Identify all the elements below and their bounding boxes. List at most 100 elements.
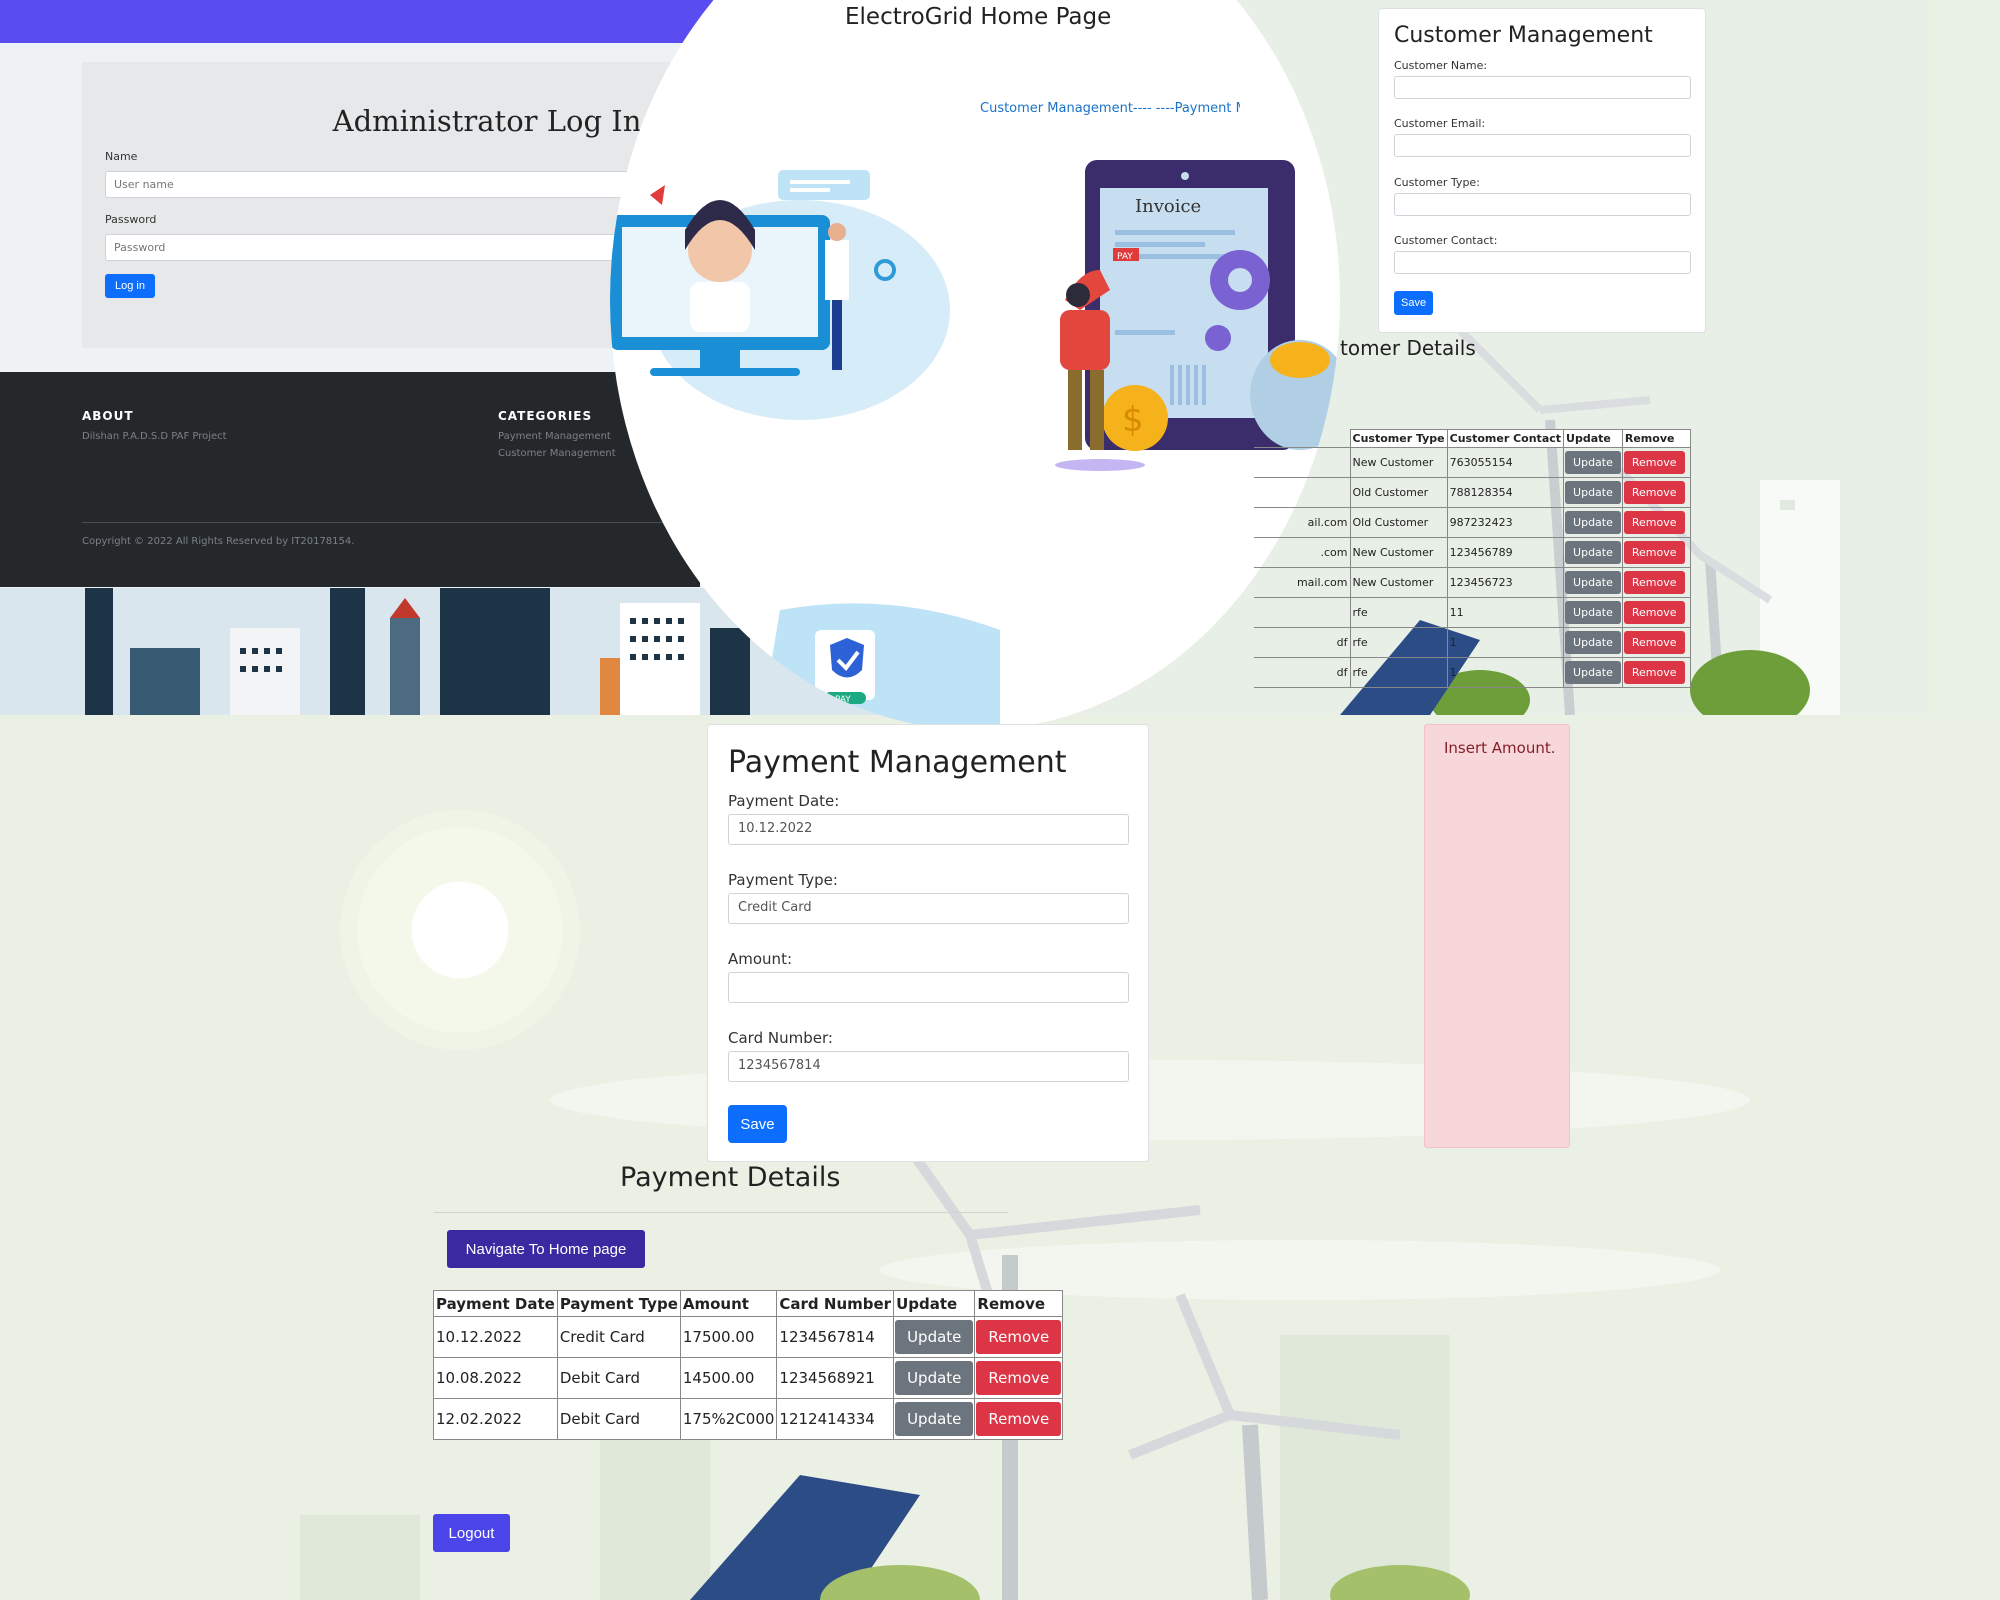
payment-management-form: Payment Management Payment Date: 10.12.2…	[707, 724, 1149, 1162]
invoice-label: Invoice	[1135, 196, 1201, 217]
alert-text: Insert Amount.	[1444, 739, 1556, 757]
customer-remove-button[interactable]: Remove	[1623, 481, 1685, 504]
customer-management-form: Customer Management Customer Name: Custo…	[1378, 8, 1706, 333]
customer-update-button[interactable]: Update	[1565, 571, 1621, 594]
customer-contact-cell: 1	[1446, 657, 1565, 688]
payment-details-heading: Payment Details	[620, 1162, 841, 1193]
card-number-input[interactable]: 1234567814	[728, 1051, 1129, 1082]
customer-remove-button[interactable]: Remove	[1623, 541, 1685, 564]
error-alert: Insert Amount.	[1424, 724, 1570, 1148]
table-row: rfe 11 Update Remove	[1254, 597, 1691, 628]
table-row: 12.02.2022 Debit Card 175%2C000 1212414334 U…	[433, 1398, 1064, 1440]
customer-remove-button[interactable]: Remove	[1623, 601, 1685, 624]
invoice-illustration: Invoice PAY $	[1055, 160, 1340, 471]
pay-badge: PAY	[835, 695, 851, 705]
payment-update-button[interactable]: Update	[895, 1361, 974, 1395]
card-number-cell: 1234567814	[776, 1316, 895, 1358]
customer-contact-label: Customer Contact:	[1394, 234, 1498, 247]
customer-email-cell: ail.com	[1254, 507, 1351, 538]
table-row: 10.12.2022 Credit Card 17500.00 1234567814 U…	[433, 1316, 1064, 1358]
login-button[interactable]: Log in	[105, 274, 155, 298]
amount-cell: 14500.00	[679, 1357, 778, 1399]
customer-type-input[interactable]	[1394, 193, 1691, 216]
logout-button[interactable]: Logout	[433, 1514, 510, 1552]
amount-label: Amount:	[728, 950, 792, 968]
customer-email-cell	[1254, 477, 1351, 508]
payment-remove-button[interactable]: Remove	[976, 1361, 1062, 1395]
customer-update-button[interactable]: Update	[1565, 661, 1621, 684]
customer-remove-button[interactable]: Remove	[1623, 661, 1685, 684]
customer-email-cell	[1254, 447, 1351, 478]
footer-link-payment[interactable]: Payment Management	[498, 431, 611, 442]
customer-type-cell: Old Customer	[1349, 477, 1448, 508]
amount-cell: 17500.00	[679, 1316, 778, 1358]
navigate-home-button[interactable]: Navigate To Home page	[447, 1230, 645, 1268]
footer-divider	[82, 522, 682, 523]
customer-update-button[interactable]: Update	[1565, 631, 1621, 654]
payment-date-input[interactable]: 10.12.2022	[728, 814, 1129, 845]
col-customer-type: Customer Type	[1349, 429, 1448, 448]
payment-save-button[interactable]: Save	[728, 1105, 787, 1143]
amount-cell: 175%2C000	[679, 1398, 778, 1440]
payment-update-button[interactable]: Update	[895, 1402, 974, 1436]
customer-type-cell: rfe	[1349, 627, 1448, 658]
customer-remove-button[interactable]: Remove	[1623, 511, 1685, 534]
col-remove: Remove	[974, 1290, 1064, 1317]
footer-categories-heading: CATEGORIES	[498, 409, 593, 423]
customer-table: Customer Type Customer Contact Update Re…	[1254, 429, 1691, 688]
amount-input[interactable]	[728, 972, 1129, 1003]
customer-type-cell: New Customer	[1349, 447, 1448, 478]
customer-update-button[interactable]: Update	[1565, 541, 1621, 564]
payment-type-cell: Credit Card	[556, 1316, 681, 1358]
customer-email-cell: df	[1254, 657, 1351, 688]
customer-contact-cell: 1	[1446, 627, 1565, 658]
customer-type-cell: New Customer	[1349, 537, 1448, 568]
svg-text:$: $	[1122, 400, 1144, 440]
col-amount: Amount	[679, 1290, 778, 1317]
payment-remove-button[interactable]: Remove	[976, 1320, 1062, 1354]
customer-update-button[interactable]: Update	[1565, 511, 1621, 534]
col-update: Update	[1563, 429, 1623, 448]
customer-type-label: Customer Type:	[1394, 176, 1480, 189]
customer-update-button[interactable]: Update	[1565, 601, 1621, 624]
payment-date-cell: 10.08.2022	[433, 1357, 558, 1399]
customer-email-input[interactable]	[1394, 134, 1691, 157]
customer-contact-cell: 987232423	[1446, 507, 1565, 538]
table-row: df rfe 1 Update Remove	[1254, 657, 1691, 688]
customer-remove-button[interactable]: Remove	[1623, 451, 1685, 474]
customer-type-cell: rfe	[1349, 597, 1448, 628]
payment-date-cell: 10.12.2022	[433, 1316, 558, 1358]
customer-email-label: Customer Email:	[1394, 117, 1486, 130]
customer-contact-input[interactable]	[1394, 251, 1691, 274]
payment-type-input[interactable]: Credit Card	[728, 893, 1129, 924]
payment-details-divider	[434, 1212, 1008, 1213]
payment-update-button[interactable]: Update	[895, 1320, 974, 1354]
customer-save-button[interactable]: Save	[1394, 291, 1434, 315]
customer-name-input[interactable]	[1394, 76, 1691, 99]
table-row: New Customer 763055154 Update Remove	[1254, 447, 1691, 478]
col-card-number: Card Number	[776, 1290, 895, 1317]
card-number-cell: 1212414334	[776, 1398, 895, 1440]
table-row: mail.com New Customer 123456723 Update Remov…	[1254, 567, 1691, 598]
name-label: Name	[105, 150, 138, 163]
customer-email-cell: mail.com	[1254, 567, 1351, 598]
col-remove: Remove	[1621, 429, 1691, 448]
payment-type-label: Payment Type:	[728, 871, 838, 889]
customer-remove-button[interactable]: Remove	[1623, 631, 1685, 654]
home-nav-links[interactable]: Customer Management---- ----Payment Ma	[980, 101, 1240, 116]
customer-contact-cell: 788128354	[1446, 477, 1565, 508]
table-row: ail.com Old Customer 987232423 Update Remove	[1254, 507, 1691, 538]
payment-remove-button[interactable]: Remove	[976, 1402, 1062, 1436]
customer-table-container: Customer Type Customer Contact Update Re…	[1254, 429, 1691, 688]
customer-remove-button[interactable]: Remove	[1623, 571, 1685, 594]
customer-contact-cell: 123456723	[1446, 567, 1565, 598]
pay-label: PAY	[1117, 252, 1133, 262]
footer-link-customer[interactable]: Customer Management	[498, 448, 616, 459]
footer-about-heading: ABOUT	[82, 409, 134, 423]
col-customer-contact: Customer Contact	[1446, 429, 1565, 448]
customer-email-cell: .com	[1254, 537, 1351, 568]
password-label: Password	[105, 213, 157, 226]
customer-details-heading: tomer Details	[1340, 336, 1476, 360]
customer-update-button[interactable]: Update	[1565, 451, 1621, 474]
customer-update-button[interactable]: Update	[1565, 481, 1621, 504]
